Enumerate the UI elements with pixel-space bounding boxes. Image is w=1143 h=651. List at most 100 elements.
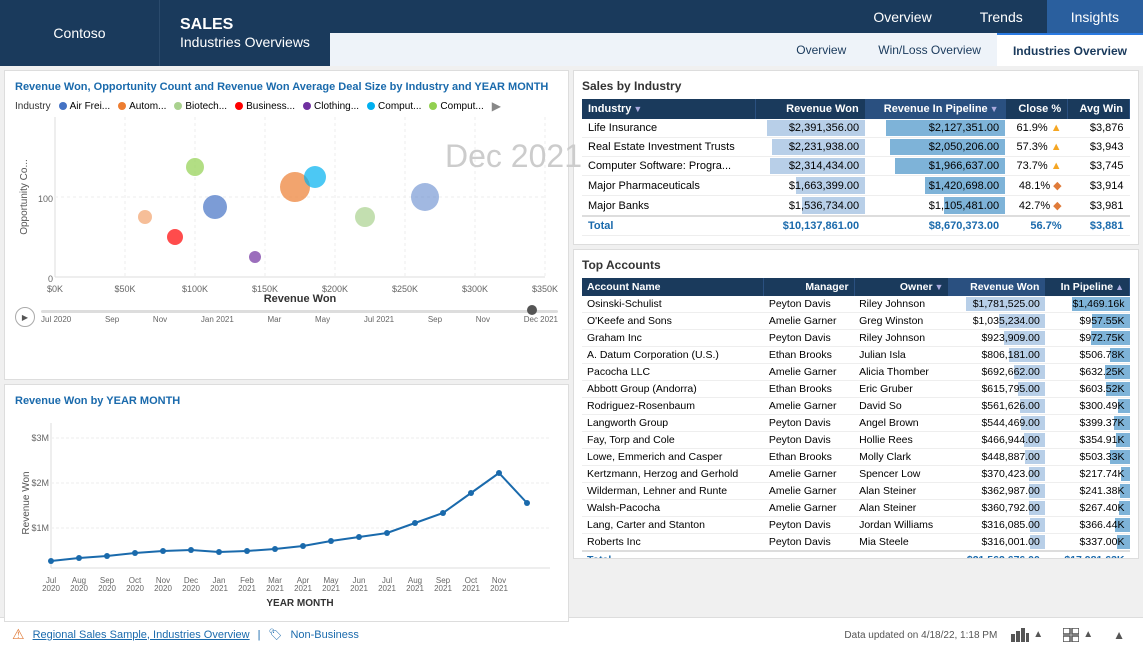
svg-text:$250K: $250K (392, 284, 418, 294)
timeline-slider: ▶ Jul 2020SepNovJan 2021MarMayJul 2021Se… (15, 307, 558, 327)
legend-item-3: Business... (235, 101, 295, 112)
avg-win: $3,981 (1068, 196, 1130, 217)
account-pipeline: $503.33K (1045, 449, 1130, 466)
account-revenue: $806,181.00 (949, 347, 1045, 364)
col-in-pipeline-acc: In Pipeline▲ (1045, 278, 1130, 296)
timeline-handle[interactable] (527, 305, 537, 315)
svg-text:2021: 2021 (378, 584, 396, 593)
account-owner: Julian Isla (854, 347, 949, 364)
header-title: SALES Industries Overviews (160, 0, 330, 66)
acc-total-rev: $21,562,676.00 (949, 551, 1045, 559)
total-revenue: $10,137,861.00 (756, 216, 865, 236)
account-revenue: $316,085.00 (949, 517, 1045, 534)
timeline-track[interactable]: Jul 2020SepNovJan 2021MarMayJul 2021SepN… (41, 310, 558, 324)
svg-text:2021: 2021 (322, 584, 340, 593)
industry-name: Life Insurance (582, 119, 756, 138)
layout-icon (1063, 628, 1079, 642)
account-owner: Eric Gruber (854, 381, 949, 398)
chevron-up-icon-3: ▲ (1113, 628, 1125, 642)
svg-text:2020: 2020 (182, 584, 200, 593)
chart-view-button[interactable]: ▲ (1005, 626, 1049, 644)
footer-tag-icon: 🏷 (268, 628, 282, 641)
account-pipeline: $337.00K (1045, 534, 1130, 552)
account-row: O'Keefe and Sons Amelie Garner Greg Wins… (582, 313, 1130, 330)
expand-button[interactable]: ▲ (1107, 626, 1131, 644)
svg-text:$1M: $1M (31, 523, 49, 533)
account-manager: Peyton Davis (764, 432, 854, 449)
sub-tab-winloss[interactable]: Win/Loss Overview (862, 33, 997, 66)
footer-link[interactable]: Regional Sales Sample, Industries Overvi… (33, 629, 250, 641)
account-name: Abbott Group (Andorra) (582, 381, 764, 398)
account-owner: Riley Johnson (854, 330, 949, 347)
bar-chart-icon (1011, 628, 1029, 642)
account-name: A. Datum Corporation (U.S.) (582, 347, 764, 364)
svg-text:$2M: $2M (31, 478, 49, 488)
account-pipeline: $300.49K (1045, 398, 1130, 415)
accounts-total-row: Total $21,562,676.00 $17,981.63K (582, 551, 1130, 559)
account-revenue: $316,001.00 (949, 534, 1045, 552)
in-pipeline: $2,127,351.00 (865, 119, 1005, 138)
revenue-won: $2,391,356.00 (756, 119, 865, 138)
account-row: Osinski-Schulist Peyton Davis Riley John… (582, 296, 1130, 313)
sales-by-industry-title: Sales by Industry (582, 79, 1130, 93)
tab-trends[interactable]: Trends (956, 0, 1047, 33)
account-row: Kertzmann, Herzog and Gerhold Amelie Gar… (582, 466, 1130, 483)
revenue-won: $2,231,938.00 (756, 138, 865, 157)
svg-text:Revenue Won: Revenue Won (21, 471, 32, 534)
sub-tab-industries[interactable]: Industries Overview (997, 33, 1143, 66)
sales-by-industry-panel: Sales by Industry Industry▼ Revenue Won … (573, 70, 1139, 245)
close-pct: 48.1% ◆ (1005, 176, 1068, 196)
col-rev-won: Revenue Won (949, 278, 1045, 296)
in-pipeline: $2,050,206.00 (865, 138, 1005, 157)
account-name: Walsh-Pacocha (582, 500, 764, 517)
tab-overview[interactable]: Overview (849, 0, 955, 33)
legend-item-0: Air Frei... (59, 101, 111, 112)
line-chart-panel: Revenue Won by YEAR MONTH $3M $2M $1M Re… (4, 384, 569, 622)
industry-name: Major Banks (582, 196, 756, 217)
sales-label: SALES (180, 16, 310, 34)
close-pct: 61.9% ▲ (1005, 119, 1068, 138)
account-manager: Amelie Garner (764, 313, 854, 330)
account-revenue: $360,792.00 (949, 500, 1045, 517)
account-owner: Greg Winston (854, 313, 949, 330)
account-owner: Mia Steele (854, 534, 949, 552)
svg-text:2021: 2021 (238, 584, 256, 593)
account-row: Rodriguez-Rosenbaum Amelie Garner David … (582, 398, 1130, 415)
acc-total-mgr (764, 551, 854, 559)
account-row: Roberts Inc Peyton Davis Mia Steele $316… (582, 534, 1130, 552)
account-revenue: $466,944.00 (949, 432, 1045, 449)
account-name: Fay, Torp and Cole (582, 432, 764, 449)
account-name: Langworth Group (582, 415, 764, 432)
account-row: Wilderman, Lehner and Runte Amelie Garne… (582, 483, 1130, 500)
revenue-won: $1,536,734.00 (756, 196, 865, 217)
account-name: Rodriguez-Rosenbaum (582, 398, 764, 415)
account-row: Fay, Torp and Cole Peyton Davis Hollie R… (582, 432, 1130, 449)
account-row: Walsh-Pacocha Amelie Garner Alan Steiner… (582, 500, 1130, 517)
total-avg: $3,881 (1068, 216, 1130, 236)
play-button[interactable]: ▶ (15, 307, 35, 327)
svg-text:Dec 2021: Dec 2021 (445, 138, 582, 174)
legend-more-icon[interactable]: ▶ (492, 99, 501, 113)
total-close: 56.7% (1005, 216, 1068, 236)
account-manager: Peyton Davis (764, 296, 854, 313)
account-name: Lowe, Emmerich and Casper (582, 449, 764, 466)
svg-text:2021: 2021 (294, 584, 312, 593)
svg-text:$350K: $350K (532, 284, 558, 294)
account-manager: Peyton Davis (764, 534, 854, 552)
close-pct: 73.7% ▲ (1005, 157, 1068, 176)
account-manager: Amelie Garner (764, 398, 854, 415)
legend-item-5: Comput... (367, 101, 421, 112)
industry-name: Computer Software: Progra... (582, 157, 756, 176)
account-owner: David So (854, 398, 949, 415)
account-owner: Alicia Thomber (854, 364, 949, 381)
svg-text:2020: 2020 (126, 584, 144, 593)
tab-insights[interactable]: Insights (1047, 0, 1143, 33)
header-nav: Overview Trends Insights Overview Win/Lo… (330, 0, 1143, 66)
svg-text:$50K: $50K (114, 284, 135, 294)
legend-dot-1 (118, 102, 126, 110)
col-industry: Industry▼ (582, 99, 756, 119)
sub-tab-overview[interactable]: Overview (780, 33, 862, 66)
scatter-plot: Opportunity Co... 0 100 $0K $50K $100K $… (15, 117, 555, 302)
layout-button[interactable]: ▲ (1057, 626, 1099, 644)
industries-overviews-label: Industries Overviews (180, 34, 310, 50)
